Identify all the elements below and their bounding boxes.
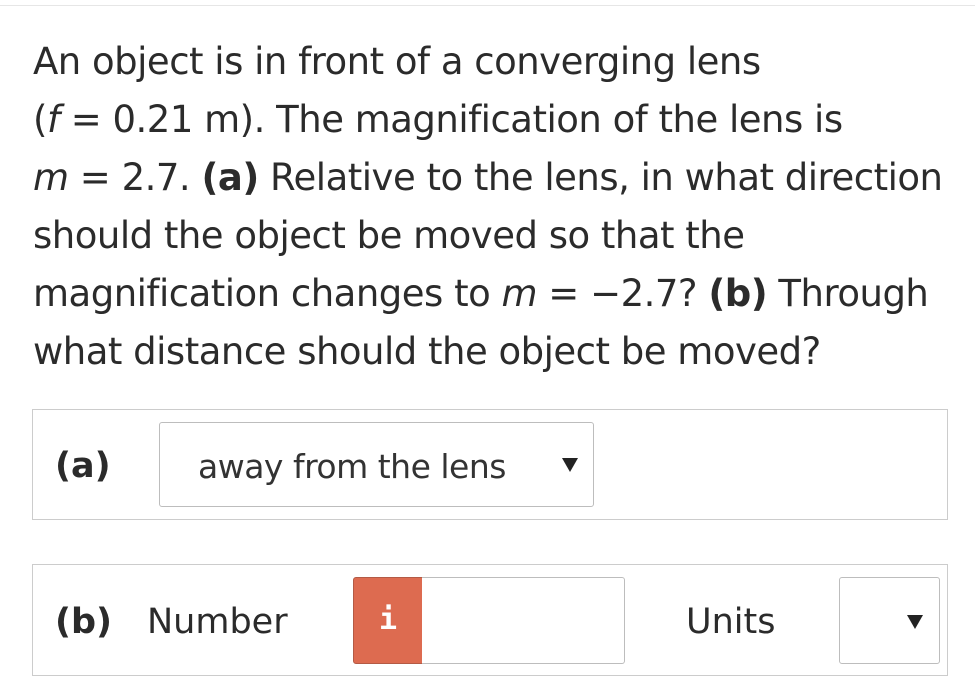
part-b-label: (b) bbox=[55, 602, 113, 642]
units-label: Units bbox=[686, 602, 776, 642]
part-a-panel: (a) away from the lens bbox=[32, 409, 948, 520]
units-select[interactable] bbox=[839, 577, 940, 664]
caret-down-icon bbox=[907, 615, 923, 629]
question-line-4: should the object be moved so that the bbox=[33, 214, 745, 257]
question-line-1: An object is in front of a converging le… bbox=[33, 40, 761, 83]
part-b-marker: (b) bbox=[708, 272, 768, 315]
direction-select-value: away from the lens bbox=[198, 447, 506, 486]
variable-m: m bbox=[33, 156, 69, 199]
part-a-marker: (a) bbox=[201, 156, 259, 199]
part-a-label: (a) bbox=[55, 446, 111, 486]
question-line-6: what distance should the object be moved… bbox=[33, 330, 821, 373]
info-icon: i bbox=[378, 602, 398, 637]
caret-down-icon bbox=[562, 458, 578, 472]
number-input[interactable] bbox=[422, 577, 625, 664]
question-line-2: (f = 0.21 m). The magnification of the l… bbox=[33, 98, 843, 141]
question-line-5: magnification changes to m = −2.7? (b) T… bbox=[33, 272, 929, 315]
top-divider bbox=[0, 5, 975, 6]
variable-f: f bbox=[46, 98, 60, 141]
question-line-3: m = 2.7. (a) Relative to the lens, in wh… bbox=[33, 156, 943, 199]
question-text: An object is in front of a converging le… bbox=[33, 33, 943, 381]
number-label: Number bbox=[147, 602, 288, 642]
variable-m: m bbox=[501, 272, 538, 315]
part-b-panel: (b) Number i Units bbox=[32, 564, 948, 676]
info-button[interactable]: i bbox=[353, 577, 423, 664]
direction-select[interactable]: away from the lens bbox=[159, 422, 594, 507]
